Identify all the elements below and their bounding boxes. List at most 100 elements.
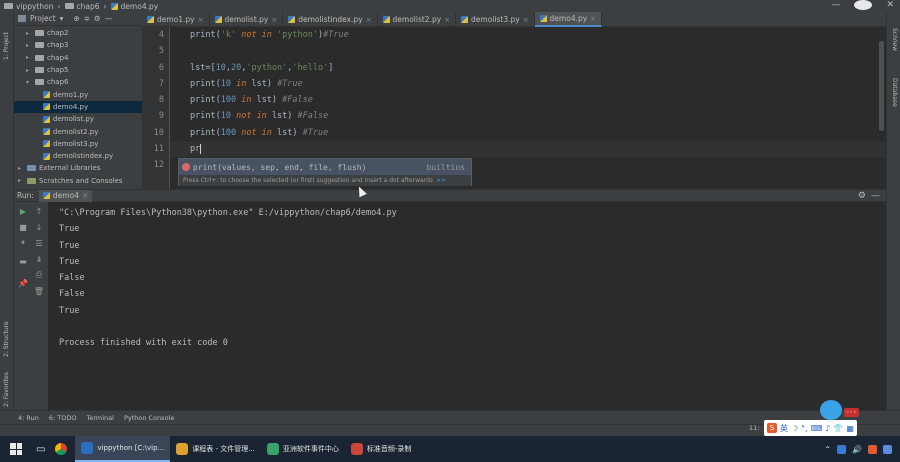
close-icon[interactable]: × bbox=[271, 16, 277, 24]
code-line-9[interactable]: print(10 not in lst) #False bbox=[190, 108, 886, 124]
project-tree-item[interactable]: ▸ External Libraries bbox=[14, 162, 142, 174]
sciview-tool-tab[interactable]: SciView bbox=[891, 28, 898, 51]
project-tree-item[interactable]: demo4.py bbox=[14, 100, 142, 114]
breadcrumb-folder[interactable]: chap6 bbox=[64, 2, 100, 11]
chevron-right-icon[interactable]: ▸ bbox=[26, 67, 32, 74]
trash-icon[interactable]: 🗑 bbox=[34, 287, 44, 296]
code-line-4[interactable]: print('k' not in 'python')#True bbox=[190, 27, 886, 43]
project-tree-item[interactable]: ▸ chap2 bbox=[14, 27, 142, 39]
user-avatar-icon[interactable] bbox=[854, 0, 873, 10]
chevron-down-icon[interactable]: ▾ bbox=[26, 79, 32, 86]
structure-tool-tab[interactable]: 2: Structure bbox=[3, 321, 10, 357]
soft-wrap-icon[interactable]: ☰ bbox=[34, 239, 44, 248]
project-tool-tab[interactable]: 1: Project bbox=[3, 32, 10, 60]
editor-tab[interactable]: demolist2.py × bbox=[378, 12, 457, 27]
code-line-8[interactable]: print(100 in lst) #False bbox=[190, 92, 886, 108]
scroll-down-icon[interactable]: ↓ bbox=[34, 223, 44, 232]
editor-tab[interactable]: demo1.py × bbox=[142, 12, 210, 27]
tool-window-button[interactable]: 6: TODO bbox=[49, 414, 77, 422]
hide-panel-icon[interactable]: — bbox=[105, 14, 113, 23]
pin-icon[interactable]: 📌 bbox=[18, 279, 28, 288]
code-line-6[interactable]: lst=[10,20,'python','hello'] bbox=[190, 60, 886, 76]
code-line-10[interactable]: print(100 not in lst) #True bbox=[190, 125, 886, 141]
project-tree-item[interactable]: demo1.py bbox=[14, 88, 142, 100]
punctuation-icon[interactable]: °, bbox=[801, 424, 808, 433]
editor-scrollbar[interactable] bbox=[879, 41, 884, 131]
shirt-icon[interactable]: 👕 bbox=[833, 424, 843, 433]
scroll-up-icon[interactable]: ↑ bbox=[34, 207, 44, 216]
code-line-5[interactable] bbox=[190, 43, 886, 59]
project-tree-item[interactable]: ▸ Scratches and Consoles bbox=[14, 175, 142, 187]
run-console[interactable]: "C:\Program Files\Python38\python.exe" E… bbox=[48, 202, 886, 410]
project-tree-item[interactable]: ▸ chap4 bbox=[14, 52, 142, 64]
minimize-icon[interactable]: — bbox=[831, 0, 840, 10]
close-icon[interactable]: × bbox=[590, 15, 596, 23]
notification-icon[interactable] bbox=[883, 444, 892, 454]
chevron-down-icon[interactable]: ▾ bbox=[60, 14, 64, 23]
taskbar-button[interactable]: vippython [C:\vip... bbox=[75, 436, 171, 462]
close-icon[interactable]: × bbox=[523, 16, 529, 24]
taskbar-button[interactable]: 课程表 - 文件管理... bbox=[170, 436, 261, 462]
project-tree-item[interactable]: demolist3.py bbox=[14, 138, 142, 150]
target-icon[interactable]: ⊕ bbox=[73, 14, 79, 23]
close-icon[interactable]: × bbox=[198, 16, 204, 24]
scroll-to-end-icon[interactable]: ⇟ bbox=[34, 255, 44, 264]
hide-panel-icon[interactable]: — bbox=[871, 191, 880, 201]
editor-tab[interactable]: demolistindex.py × bbox=[283, 12, 378, 27]
network-icon[interactable] bbox=[837, 444, 847, 454]
favorites-tool-tab[interactable]: 2: Favorites bbox=[3, 372, 10, 407]
editor-tab[interactable]: demolist.py × bbox=[210, 12, 284, 27]
speaker-icon[interactable]: 🔊 bbox=[852, 445, 862, 454]
tool-window-button[interactable]: Terminal bbox=[86, 414, 113, 422]
chevron-right-icon[interactable]: ▸ bbox=[18, 177, 24, 184]
code-line-7[interactable]: print(10 in lst) #True bbox=[190, 76, 886, 92]
collapse-all-icon[interactable]: ≑ bbox=[84, 14, 90, 23]
close-icon[interactable]: × bbox=[444, 16, 450, 24]
tool-window-button[interactable]: 4: Run bbox=[18, 414, 39, 422]
print-icon[interactable]: ⎙ bbox=[34, 270, 44, 279]
chevron-right-icon[interactable]: ▸ bbox=[26, 30, 32, 37]
pause-icon[interactable]: ⏸ bbox=[18, 238, 28, 247]
close-icon[interactable]: × bbox=[366, 16, 372, 24]
stop-icon[interactable]: ■ bbox=[18, 223, 28, 232]
project-tree-item[interactable]: ▾ chap6 bbox=[14, 76, 142, 88]
project-tree-item[interactable]: demolist2.py bbox=[14, 125, 142, 137]
chevron-up-icon[interactable]: ⌃ bbox=[824, 445, 831, 454]
project-tree-item[interactable]: ▸ chap3 bbox=[14, 39, 142, 51]
breadcrumb-project[interactable]: vippython bbox=[4, 2, 54, 11]
gear-icon[interactable]: ⚙ bbox=[858, 191, 866, 201]
breadcrumb-file[interactable]: demo4.py bbox=[110, 2, 158, 11]
autocomplete-hint-link[interactable]: >> bbox=[436, 177, 446, 184]
project-tree-item[interactable]: demolist.py bbox=[14, 113, 142, 125]
ime-toolbar[interactable]: S 英 ☽ °, ⌨ ♪ 👕 ▦ bbox=[764, 420, 857, 436]
moon-icon[interactable]: ☽ bbox=[791, 424, 798, 433]
code-area[interactable]: print('k' not in 'python')#True lst=[10,… bbox=[170, 27, 886, 174]
keyboard-icon[interactable]: ⌨ bbox=[811, 424, 823, 433]
layout-icon[interactable]: ▬ bbox=[18, 257, 28, 266]
close-icon[interactable]: × bbox=[82, 191, 88, 200]
chrome-icon[interactable] bbox=[55, 443, 68, 455]
taskbar-button[interactable]: 标准音频-录制 bbox=[345, 436, 418, 462]
database-tool-tab[interactable]: Database bbox=[891, 78, 898, 107]
grid-icon[interactable]: ▦ bbox=[846, 424, 854, 433]
run-tab[interactable]: demo4 × bbox=[38, 189, 93, 202]
ime-language[interactable]: 英 bbox=[780, 423, 788, 434]
ime-tray-icon[interactable] bbox=[868, 444, 877, 454]
search-icon[interactable]: ▭ bbox=[36, 444, 45, 455]
rerun-icon[interactable]: ▶ bbox=[18, 207, 28, 216]
taskbar-button[interactable]: 亚洲软件事件中心 bbox=[261, 436, 345, 462]
desktop-mascot-badge[interactable]: ◦◦◦ bbox=[820, 398, 882, 420]
windows-start-icon[interactable] bbox=[10, 443, 22, 455]
editor-tab[interactable]: demo4.py × bbox=[534, 12, 603, 27]
chevron-right-icon[interactable]: ▸ bbox=[26, 42, 32, 49]
gear-icon[interactable]: ⚙ bbox=[94, 14, 101, 23]
mic-icon[interactable]: ♪ bbox=[825, 424, 830, 433]
autocomplete-item[interactable]: print(values, sep, end, file, flush) bui… bbox=[179, 159, 471, 175]
project-view-selector[interactable]: Project bbox=[30, 14, 56, 23]
code-line-11[interactable]: pr bbox=[170, 141, 886, 158]
project-tree-item[interactable]: demolistindex.py bbox=[14, 150, 142, 162]
editor-tab[interactable]: demolist3.py × bbox=[456, 12, 535, 27]
project-tree-item[interactable]: ▸ chap5 bbox=[14, 64, 142, 76]
tool-window-button[interactable]: Python Console bbox=[124, 414, 174, 422]
chevron-right-icon[interactable]: ▸ bbox=[18, 165, 24, 172]
